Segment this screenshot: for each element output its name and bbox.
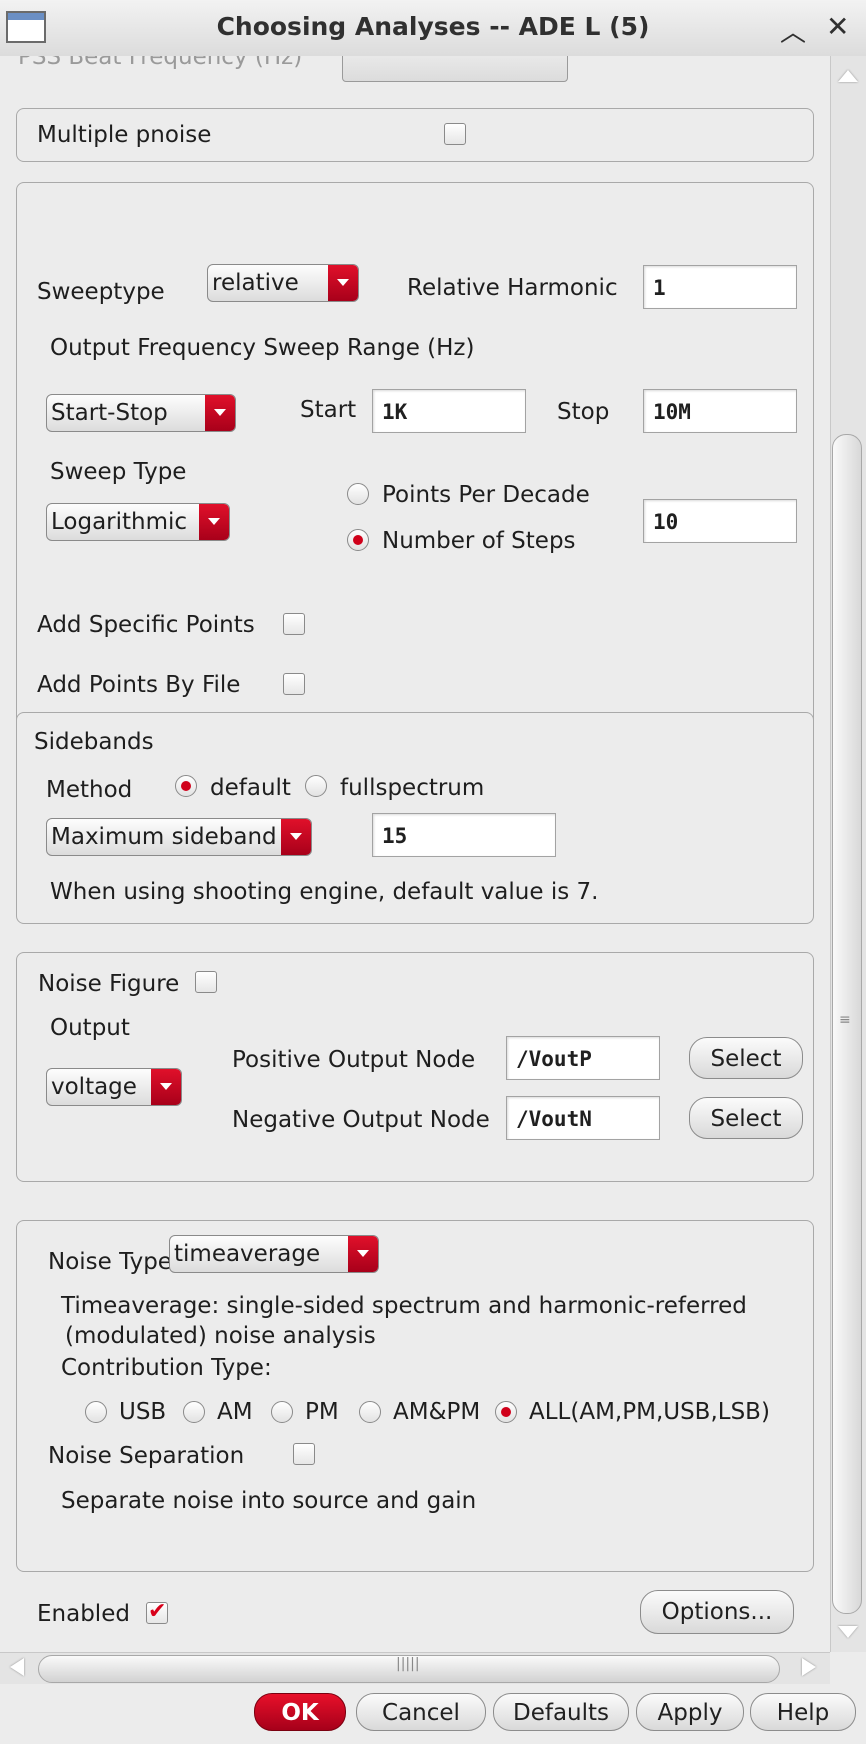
analysis-options-panel: PSS Beat Frequency (Hz) Multiple pnoise … bbox=[0, 56, 830, 1652]
sweep-type-label: Sweep Type bbox=[50, 459, 187, 485]
noise-separation-note: Separate noise into source and gain bbox=[61, 1488, 477, 1514]
sideband-mode-value: Maximum sideband bbox=[51, 824, 277, 850]
add-specific-points-checkbox[interactable] bbox=[283, 613, 305, 635]
stop-label: Stop bbox=[557, 399, 610, 425]
output-label: Output bbox=[50, 1015, 130, 1041]
pss-beat-frequency-field[interactable] bbox=[342, 56, 568, 82]
points-per-decade-radio[interactable] bbox=[347, 483, 369, 505]
sweep-type-combo[interactable]: Logarithmic bbox=[46, 503, 230, 541]
sweep-type-value: Logarithmic bbox=[51, 509, 188, 535]
add-points-by-file-label: Add Points By File bbox=[37, 672, 241, 698]
contribution-pm-radio[interactable] bbox=[271, 1401, 293, 1423]
contribution-am-label: AM bbox=[217, 1399, 253, 1425]
enabled-checkbox[interactable] bbox=[146, 1599, 168, 1624]
grip-icon: ≡ bbox=[839, 1012, 851, 1028]
add-specific-points-label: Add Specific Points bbox=[37, 612, 255, 638]
grip-icon: ||||| bbox=[396, 1656, 420, 1672]
sideband-value-field[interactable]: 15 bbox=[372, 813, 556, 857]
scroll-up-arrow-icon[interactable] bbox=[834, 64, 862, 88]
apply-button[interactable]: Apply bbox=[636, 1693, 744, 1731]
noise-type-description-line2: (modulated) noise analysis bbox=[65, 1323, 376, 1349]
chevron-down-icon bbox=[199, 504, 229, 540]
multiple-pnoise-label: Multiple pnoise bbox=[37, 122, 212, 148]
chevron-down-icon bbox=[348, 1236, 378, 1272]
multiple-pnoise-group: Multiple pnoise bbox=[16, 108, 814, 162]
select-negative-node-button[interactable]: Select bbox=[689, 1097, 803, 1139]
sweeptype-combo[interactable]: relative bbox=[207, 264, 359, 302]
relative-harmonic-label: Relative Harmonic bbox=[407, 275, 618, 301]
start-field[interactable]: 1K bbox=[372, 389, 526, 433]
sidebands-note: When using shooting engine, default valu… bbox=[50, 879, 599, 905]
points-per-decade-label: Points Per Decade bbox=[382, 482, 590, 508]
noise-type-group: Noise Type timeaverage Timeaverage: sing… bbox=[16, 1220, 814, 1572]
contribution-all-label: ALL(AM,PM,USB,LSB) bbox=[529, 1399, 770, 1425]
contribution-type-label: Contribution Type: bbox=[61, 1355, 272, 1381]
chevron-down-icon bbox=[328, 265, 358, 301]
contribution-am-radio[interactable] bbox=[183, 1401, 205, 1423]
method-default-radio[interactable] bbox=[175, 775, 197, 797]
contribution-ampm-label: AM&PM bbox=[393, 1399, 481, 1425]
number-of-steps-radio[interactable] bbox=[347, 529, 369, 551]
noise-type-label: Noise Type bbox=[48, 1249, 172, 1275]
sidebands-group: Sidebands Method default fullspectrum Ma… bbox=[16, 712, 814, 924]
number-of-steps-label: Number of Steps bbox=[382, 528, 576, 554]
select-positive-node-button[interactable]: Select bbox=[689, 1037, 803, 1079]
multiple-pnoise-checkbox[interactable] bbox=[444, 123, 466, 145]
sweep-group: Sweeptype relative Relative Harmonic 1 O… bbox=[16, 182, 814, 742]
method-fullspectrum-radio[interactable] bbox=[305, 775, 327, 797]
close-icon[interactable]: ✕ bbox=[826, 10, 849, 43]
sweeptype-value: relative bbox=[212, 270, 299, 296]
noise-figure-label: Noise Figure bbox=[38, 971, 180, 997]
chevron-down-icon bbox=[205, 395, 235, 431]
method-default-label: default bbox=[210, 775, 291, 801]
positive-output-node-label: Positive Output Node bbox=[232, 1047, 476, 1073]
contribution-pm-label: PM bbox=[305, 1399, 339, 1425]
contribution-usb-label: USB bbox=[119, 1399, 167, 1425]
chevron-down-icon bbox=[151, 1069, 181, 1105]
chevron-up-icon[interactable]: ︿ bbox=[780, 12, 806, 49]
scroll-right-arrow-icon[interactable] bbox=[802, 1658, 822, 1678]
output-type-combo[interactable]: voltage bbox=[46, 1068, 182, 1106]
ok-button[interactable]: OK bbox=[254, 1693, 346, 1731]
positive-output-node-field[interactable]: /VoutP bbox=[506, 1036, 660, 1080]
cancel-button[interactable]: Cancel bbox=[356, 1693, 486, 1731]
contribution-ampm-radio[interactable] bbox=[359, 1401, 381, 1423]
enabled-label: Enabled bbox=[37, 1601, 130, 1627]
noise-separation-label: Noise Separation bbox=[48, 1443, 245, 1469]
noise-type-description-line1: Timeaverage: single-sided spectrum and h… bbox=[61, 1293, 747, 1319]
stop-field[interactable]: 10M bbox=[643, 389, 797, 433]
help-button[interactable]: Help bbox=[750, 1693, 856, 1731]
add-points-by-file-checkbox[interactable] bbox=[283, 673, 305, 695]
sideband-mode-combo[interactable]: Maximum sideband bbox=[46, 818, 312, 856]
contribution-all-radio[interactable] bbox=[495, 1401, 517, 1423]
start-label: Start bbox=[300, 397, 357, 423]
negative-output-node-field[interactable]: /VoutN bbox=[506, 1096, 660, 1140]
method-label: Method bbox=[46, 777, 133, 803]
steps-field[interactable]: 10 bbox=[643, 499, 797, 543]
noise-separation-checkbox[interactable] bbox=[293, 1443, 315, 1465]
pss-beat-frequency-label: PSS Beat Frequency (Hz) bbox=[18, 56, 303, 70]
output-frequency-range-label: Output Frequency Sweep Range (Hz) bbox=[50, 335, 475, 361]
scroll-left-arrow-icon[interactable] bbox=[10, 1658, 30, 1678]
window-title: Choosing Analyses -- ADE L (5) bbox=[216, 12, 650, 41]
noise-figure-checkbox[interactable] bbox=[195, 971, 217, 993]
negative-output-node-label: Negative Output Node bbox=[232, 1107, 490, 1133]
relative-harmonic-field[interactable]: 1 bbox=[643, 265, 797, 309]
noise-figure-group: Noise Figure Output voltage Positive Out… bbox=[16, 952, 814, 1182]
contribution-usb-radio[interactable] bbox=[85, 1401, 107, 1423]
range-mode-value: Start-Stop bbox=[51, 400, 168, 426]
noise-type-combo[interactable]: timeaverage bbox=[169, 1235, 379, 1273]
sweeptype-label: Sweeptype bbox=[37, 279, 165, 305]
defaults-button[interactable]: Defaults bbox=[493, 1693, 629, 1731]
sidebands-title: Sidebands bbox=[34, 729, 154, 755]
options-button[interactable]: Options... bbox=[640, 1590, 794, 1634]
scroll-down-arrow-icon[interactable] bbox=[834, 1620, 862, 1644]
noise-type-value: timeaverage bbox=[174, 1241, 321, 1267]
range-mode-combo[interactable]: Start-Stop bbox=[46, 394, 236, 432]
output-type-value: voltage bbox=[51, 1074, 137, 1100]
chevron-down-icon bbox=[281, 819, 311, 855]
method-fullspectrum-label: fullspectrum bbox=[340, 775, 485, 801]
